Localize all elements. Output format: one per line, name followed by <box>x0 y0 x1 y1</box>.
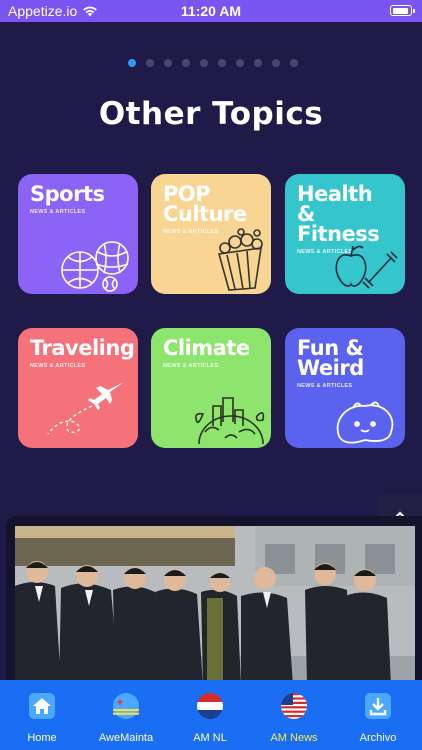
tab-awemainta[interactable]: AweMainta <box>84 680 168 750</box>
page-dot[interactable] <box>272 59 280 67</box>
topic-card-fun-weird[interactable]: Fun & Weird NEWS & ARTICLES <box>285 328 405 448</box>
tab-label: Archivo <box>359 732 397 744</box>
page-dot[interactable] <box>128 59 136 67</box>
usa-flag-icon <box>281 693 307 719</box>
card-subtitle: NEWS & ARTICLES <box>297 383 353 389</box>
aruba-flag-icon <box>113 693 139 719</box>
card-title: Fun & Weird <box>297 336 364 380</box>
tab-archivo[interactable]: Archivo <box>336 680 420 750</box>
section-title: Other Topics <box>98 96 324 132</box>
tab-am-nl[interactable]: AM NL <box>168 680 252 750</box>
tab-label: Home <box>27 732 57 744</box>
page-dot[interactable] <box>236 59 244 67</box>
tab-label: AweMainta <box>98 732 154 744</box>
status-bar: Appetize.io 11:20 AM <box>0 0 422 22</box>
card-title: Traveling <box>30 336 135 360</box>
news-card[interactable] <box>6 516 422 686</box>
blob-creature-icon <box>336 401 394 444</box>
globe-city-icon <box>195 397 265 445</box>
page-dot[interactable] <box>182 59 190 67</box>
card-title: Health & Fitness <box>297 182 380 246</box>
sports-balls-icon <box>61 241 129 292</box>
topic-card-sports[interactable]: Sports NEWS & ARTICLES <box>18 174 138 294</box>
news-photo[interactable] <box>15 526 415 686</box>
popcorn-icon <box>217 228 263 291</box>
apple-dumbbell-icon <box>335 245 398 289</box>
battery-icon <box>390 5 415 16</box>
topic-card-health-fitness[interactable]: Health & Fitness NEWS & ARTICLES <box>285 174 405 294</box>
card-subtitle: NEWS & ARTICLES <box>30 363 86 369</box>
page-dot[interactable] <box>254 59 262 67</box>
card-title: POP Culture <box>163 182 247 226</box>
tab-bar: Home AweMainta AM NL AM News Archivo <box>0 680 422 750</box>
status-time: 11:20 AM <box>180 3 242 19</box>
tab-home[interactable]: Home <box>0 680 84 750</box>
tab-am-news[interactable]: AM News <box>252 680 336 750</box>
topic-card-pop-culture[interactable]: POP Culture NEWS & ARTICLES <box>151 174 271 294</box>
page-dot[interactable] <box>290 59 298 67</box>
page-dot[interactable] <box>218 59 226 67</box>
topic-card-traveling[interactable]: Traveling NEWS & ARTICLES <box>18 328 138 448</box>
card-title: Climate <box>163 336 250 360</box>
card-subtitle: NEWS & ARTICLES <box>30 209 86 215</box>
page-indicator[interactable] <box>128 59 298 67</box>
card-title: Sports <box>30 182 105 206</box>
download-icon <box>365 693 391 719</box>
netherlands-flag-icon <box>197 693 223 719</box>
page-dot[interactable] <box>146 59 154 67</box>
house-icon <box>29 693 55 719</box>
airplane-icon <box>47 382 124 435</box>
tab-label: AM NL <box>193 732 227 744</box>
page-dot[interactable] <box>164 59 172 67</box>
topic-card-climate[interactable]: Climate NEWS & ARTICLES <box>151 328 271 448</box>
card-subtitle: NEWS & ARTICLES <box>163 363 219 369</box>
page-dot[interactable] <box>200 59 208 67</box>
tab-label: AM News <box>270 732 318 744</box>
